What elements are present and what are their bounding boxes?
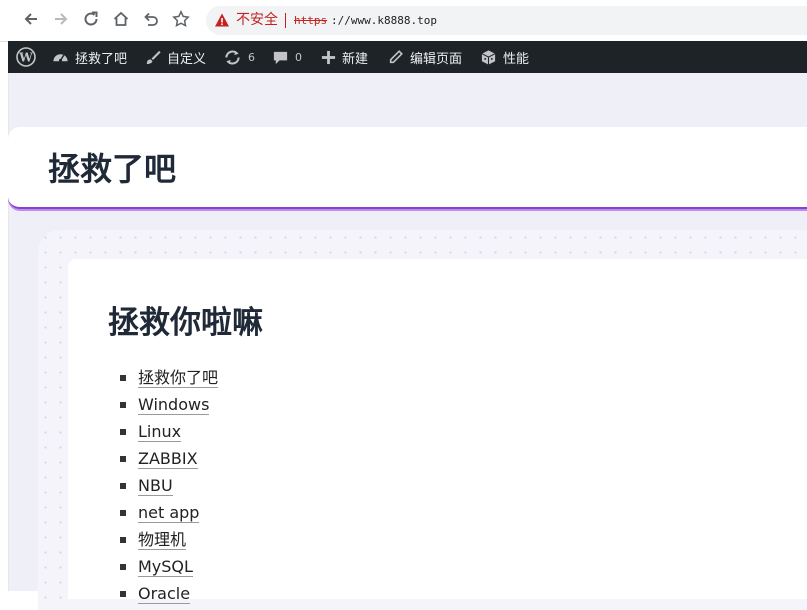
site-name-menu[interactable]: 拯救了吧 <box>52 41 127 73</box>
reload-button[interactable] <box>80 8 102 30</box>
link-item[interactable]: Linux <box>138 422 182 442</box>
customize-menu[interactable]: 自定义 <box>144 41 206 73</box>
home-icon <box>113 11 129 26</box>
wordpress-logo-button[interactable]: W <box>16 41 42 73</box>
arrow-left-icon <box>24 13 37 25</box>
bullet-icon <box>120 537 126 543</box>
bullet-icon <box>120 591 126 597</box>
url-text: ://www.k8888.top <box>331 14 437 27</box>
link-item[interactable]: MySQL <box>138 557 193 577</box>
list-item: Linux <box>120 418 218 445</box>
reload-icon <box>84 11 98 26</box>
url-scheme: https <box>294 14 328 27</box>
performance-label: 性能 <box>503 51 530 67</box>
link-item[interactable]: ZABBIX <box>138 449 198 469</box>
plus-icon <box>321 50 336 64</box>
new-content-menu[interactable]: 新建 <box>321 41 368 73</box>
edit-page-link[interactable]: 编辑页面 <box>388 41 462 73</box>
list-item: NBU <box>120 472 218 499</box>
customize-label: 自定义 <box>167 51 207 67</box>
bullet-icon <box>120 402 126 408</box>
bullet-icon <box>120 483 126 489</box>
link-item[interactable]: NBU <box>138 476 173 496</box>
list-item: 物理机 <box>120 526 218 553</box>
site-title[interactable]: 拯救了吧 <box>48 149 176 189</box>
list-item: Windows <box>120 391 218 418</box>
bullet-icon <box>120 375 126 381</box>
list-item: net app <box>120 499 218 526</box>
comments-menu[interactable]: 0 <box>272 41 302 73</box>
updates-menu[interactable]: 6 <box>223 41 255 73</box>
pencil-icon <box>389 50 403 64</box>
link-item[interactable]: 物理机 <box>138 530 187 550</box>
link-item[interactable]: 拯救你了吧 <box>138 368 219 388</box>
content-card: 拯救你啦嘛 拯救你了吧 Windows Linux ZABBIX NBU net… <box>68 259 807 604</box>
bullet-icon <box>120 456 126 462</box>
site-name-label: 拯救了吧 <box>75 51 128 67</box>
link-item[interactable]: Oracle <box>138 584 191 604</box>
comments-count: 0 <box>295 50 302 64</box>
performance-icon <box>481 49 496 65</box>
comment-icon <box>273 51 288 64</box>
link-item[interactable]: net app <box>138 503 200 523</box>
undo-icon <box>144 12 158 26</box>
list-item: Oracle <box>120 580 218 607</box>
new-label: 新建 <box>342 51 369 67</box>
updates-icon <box>225 49 240 65</box>
list-item: ZABBIX <box>120 445 218 472</box>
arrow-right-icon <box>55 13 68 25</box>
dashboard-icon <box>53 53 68 62</box>
svg-text:W: W <box>18 51 33 65</box>
bullet-icon <box>120 429 126 435</box>
undo-button[interactable] <box>140 8 162 30</box>
warning-icon <box>215 13 229 27</box>
brush-icon <box>146 50 161 64</box>
bullet-icon <box>120 564 126 570</box>
link-item[interactable]: Windows <box>138 395 210 415</box>
browser-toolbar: 不安全 https ://www.k8888.top <box>0 0 807 42</box>
admin-bar: W 拯救了吧 自定义 6 0 新建 编辑页面 性能 <box>8 41 807 73</box>
performance-menu[interactable]: 性能 <box>480 41 529 73</box>
list-item: 拯救你了吧 <box>120 364 219 391</box>
wordpress-icon: W <box>16 47 36 67</box>
back-button[interactable] <box>20 8 42 30</box>
list-item: MySQL <box>120 553 218 580</box>
star-icon <box>172 10 190 27</box>
post-title: 拯救你啦嘛 <box>108 305 263 341</box>
updates-count: 6 <box>248 50 255 64</box>
site-header: 拯救了吧 <box>8 127 807 209</box>
bookmark-button[interactable] <box>170 8 192 30</box>
bullet-icon <box>120 510 126 516</box>
address-bar[interactable]: 不安全 https ://www.k8888.top <box>206 6 807 35</box>
home-button[interactable] <box>110 8 132 30</box>
url-divider <box>285 13 286 28</box>
edit-page-label: 编辑页面 <box>410 51 463 67</box>
link-list: 拯救你了吧 Windows Linux ZABBIX NBU net app 物… <box>120 364 219 607</box>
forward-button[interactable] <box>50 8 72 30</box>
security-status[interactable]: 不安全 <box>236 12 278 28</box>
